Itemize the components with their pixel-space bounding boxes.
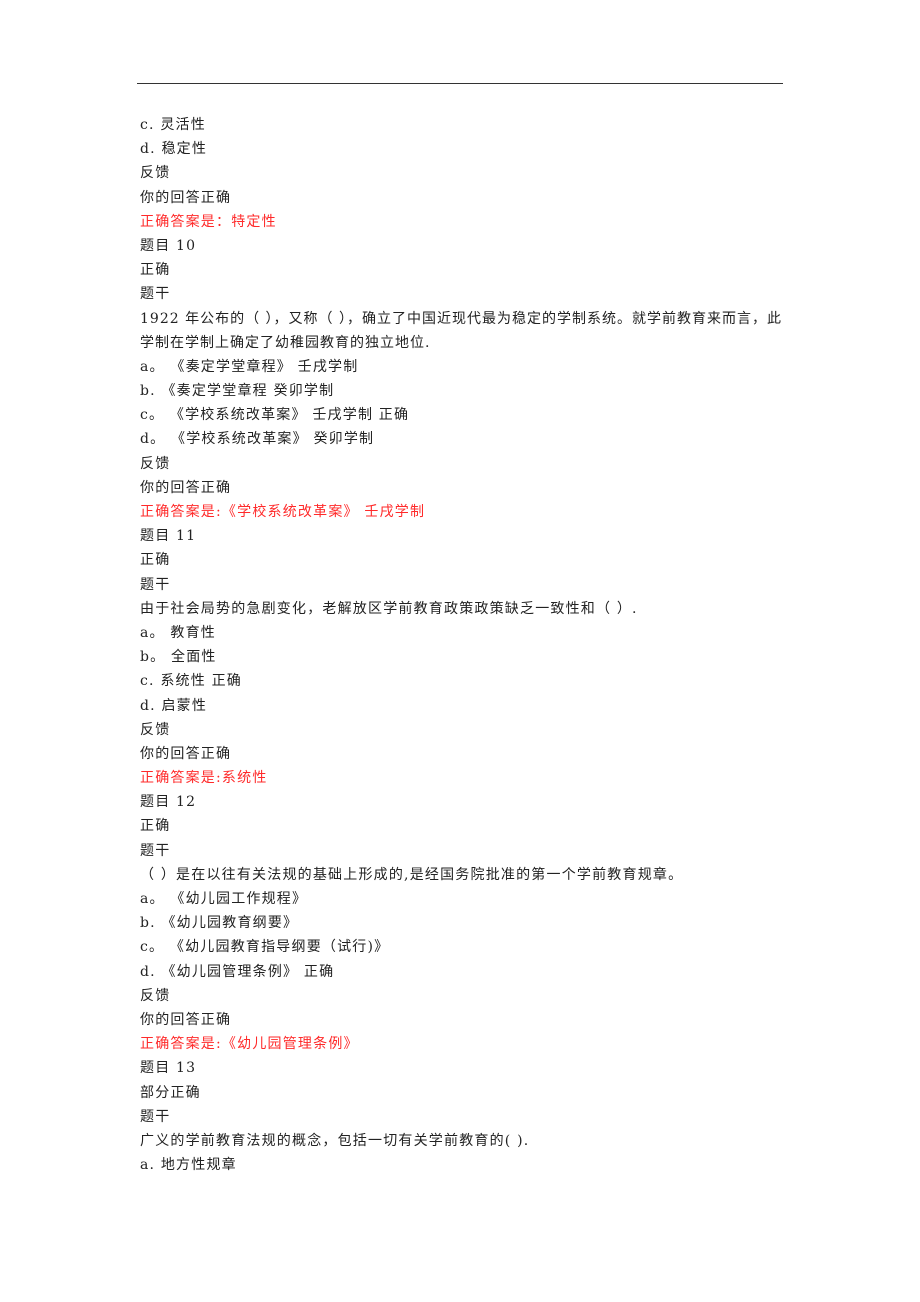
stem-text-q12: （ ）是在以往有关法规的基础上形成的,是经国务院批准的第一个学前教育规章。 — [140, 866, 684, 883]
stem-label-q13: 题干 — [140, 1108, 171, 1125]
option-c-q12: c。 《幼儿园教育指导纲要（试行)》 — [140, 939, 390, 956]
option-a-q12: a。 《幼儿园工作规程》 — [140, 891, 308, 908]
option-d-q11: d. 启蒙性 — [140, 697, 208, 714]
correct-answer-q12: 正确答案是:《幼儿园管理条例》 — [140, 1036, 359, 1053]
question-number-12: 题目 12 — [140, 794, 197, 811]
option-c-q11: c. 系统性 正确 — [140, 673, 242, 690]
option-a-q11: a。 教育性 — [140, 624, 216, 641]
option-a-q10: a。 《奏定学堂章程》 壬戌学制 — [140, 358, 359, 375]
question-number-11: 题目 11 — [140, 528, 197, 545]
option-d-q12: d. 《幼儿园管理条例》 正确 — [140, 963, 335, 980]
feedback-label-q12: 反馈 — [140, 987, 171, 1004]
stem-text-q11: 由于社会局势的急剧变化，老解放区学前教育政策政策缺乏一致性和（ ）. — [140, 600, 638, 617]
quiz-content: c. 灵活性 d. 稳定性 反馈 你的回答正确 正确答案是：特定性 题目 10 … — [140, 113, 785, 1177]
question-number-13: 题目 13 — [140, 1060, 197, 1077]
feedback-text-q10: 你的回答正确 — [140, 479, 232, 496]
option-c-q9: c. 灵活性 — [140, 117, 206, 133]
feedback-text-q12: 你的回答正确 — [140, 1011, 232, 1028]
correct-answer-q10: 正确答案是:《学校系统改革案》 壬戌学制 — [140, 504, 426, 521]
stem-label-q10: 题干 — [140, 286, 171, 303]
question-number-10: 题目 10 — [140, 237, 197, 254]
option-b-q12: b. 《幼儿园教育纲要》 — [140, 915, 299, 932]
feedback-text-q11: 你的回答正确 — [140, 745, 232, 762]
stem-text-q13: 广义的学前教育法规的概念，包括一切有关学前教育的( ). — [140, 1132, 530, 1149]
status-q12: 正确 — [140, 818, 171, 835]
status-q11: 正确 — [140, 552, 171, 569]
option-b-q11: b。 全面性 — [140, 649, 217, 666]
correct-answer-q9: 正确答案是：特定性 — [140, 213, 277, 230]
header-rule — [137, 83, 783, 84]
feedback-label-q9: 反馈 — [140, 165, 171, 182]
status-q10: 正确 — [140, 262, 171, 279]
option-c-q10: c。 《学校系统改革案》 壬戌学制 正确 — [140, 407, 410, 424]
feedback-text-q9: 你的回答正确 — [140, 189, 232, 206]
stem-label-q12: 题干 — [140, 842, 171, 859]
option-a-q13: a. 地方性规章 — [140, 1157, 237, 1174]
feedback-label-q11: 反馈 — [140, 721, 171, 738]
stem-label-q11: 题干 — [140, 576, 171, 593]
option-b-q10: b. 《奏定学堂章程 癸卯学制 — [140, 383, 335, 400]
option-d-q10: d。 《学校系统改革案》 癸卯学制 — [140, 431, 375, 448]
stem-text-q10: 1922 年公布的（ ），又称（ ），确立了中国近现代最为稳定的学制系统。就学前… — [140, 310, 782, 351]
feedback-label-q10: 反馈 — [140, 455, 171, 472]
correct-answer-q11: 正确答案是:系统性 — [140, 770, 268, 787]
document-page: c. 灵活性 d. 稳定性 反馈 你的回答正确 正确答案是：特定性 题目 10 … — [0, 0, 920, 1302]
status-q13: 部分正确 — [140, 1084, 201, 1101]
option-d-q9: d. 稳定性 — [140, 141, 208, 158]
